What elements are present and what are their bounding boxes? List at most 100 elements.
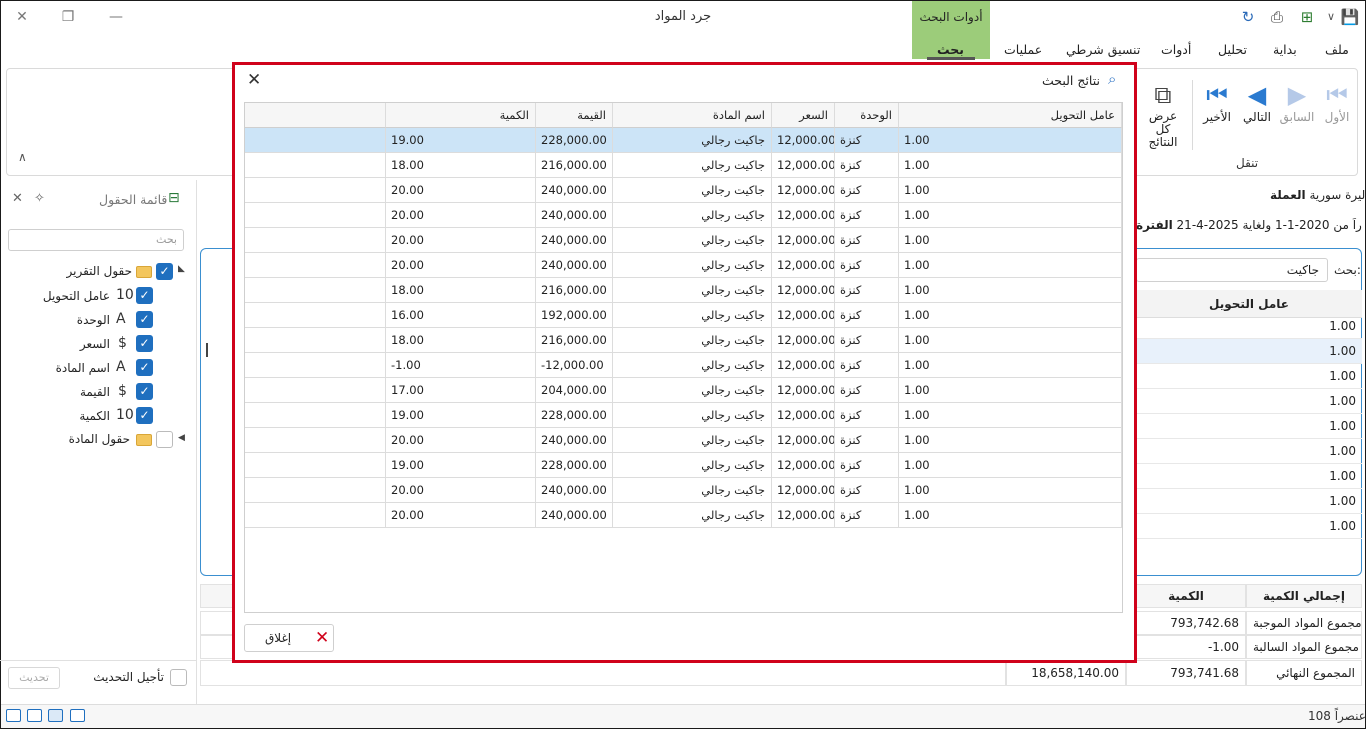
cell-empty	[245, 353, 386, 378]
table-row[interactable]: 1.00	[1136, 514, 1362, 539]
cell-price: 12,000.00	[772, 153, 835, 178]
first-button[interactable]: ⏮ الأول	[1318, 80, 1356, 140]
column-header-value[interactable]: القيمة	[536, 103, 613, 128]
tree-item-field[interactable]: ✓ $ السعر	[20, 334, 154, 356]
search-icon: ⌕	[1108, 70, 1117, 88]
update-button[interactable]: تحديث	[8, 667, 60, 689]
save-icon[interactable]: 💾	[1339, 6, 1361, 28]
tab-conditional-format[interactable]: تنسيق شرطي	[1066, 42, 1140, 57]
field-search-input[interactable]: بحث	[8, 229, 184, 251]
cell-value: 204,000.00	[536, 378, 613, 403]
summary-row-label: مجموع المواد الموجبة	[1246, 611, 1362, 635]
field-checkbox[interactable]: ✓	[136, 311, 153, 328]
material-fields-checkbox[interactable]	[156, 431, 173, 448]
tab-home[interactable]: بداية	[1273, 42, 1297, 57]
tree-item-field[interactable]: ✓ A الوحدة	[20, 310, 154, 332]
cell-value: 228,000.00	[536, 403, 613, 428]
tab-tools[interactable]: أدوات	[1161, 42, 1191, 57]
tree-item-field[interactable]: ✓ 10 الكمية	[20, 406, 154, 428]
tree-item-field[interactable]: ✓ $ القيمة	[20, 382, 154, 404]
ribbon-separator	[1192, 80, 1193, 150]
column-header-unit[interactable]: الوحدة	[835, 103, 899, 128]
print-icon[interactable]: ⎙	[1266, 6, 1288, 28]
field-checkbox[interactable]: ✓	[136, 383, 153, 400]
cell-material-name: جاكيت رجالي	[613, 253, 772, 278]
tab-operations[interactable]: عمليات	[1004, 42, 1042, 57]
cell-value: 228,000.00	[536, 128, 613, 153]
cell-price: 12,000.00	[772, 203, 835, 228]
excel-export-icon[interactable]: ⊞	[1296, 6, 1318, 28]
cell-value: 192,000.00	[536, 303, 613, 328]
defer-update-label: تأجيل التحديث	[93, 670, 164, 684]
tree-item-material-fields[interactable]: ◀ حقول المادة	[60, 430, 192, 452]
field-checkbox[interactable]: ✓	[136, 359, 153, 376]
cell-empty	[245, 203, 386, 228]
chevron-down-icon[interactable]: ∨	[1320, 6, 1342, 28]
last-button[interactable]: ⏮ الأخير	[1198, 80, 1236, 140]
expand-icon[interactable]: ◀	[178, 433, 185, 443]
cell-conversion-factor: 1.00	[899, 153, 1122, 178]
field-checkbox[interactable]: ✓	[136, 287, 153, 304]
pin-icon[interactable]: ✧	[34, 191, 45, 206]
column-header-conversion-factor[interactable]: عامل التحويل	[899, 103, 1122, 128]
cell-material-name: جاكيت رجالي	[613, 228, 772, 253]
table-row[interactable]: 1.00	[1136, 414, 1362, 439]
cell-value: 240,000.00	[536, 428, 613, 453]
table-row[interactable]: 1.00	[1136, 489, 1362, 514]
field-list-title: قائمة الحقول	[99, 192, 168, 207]
tree-item-field[interactable]: ✓ 10 عامل التحويل	[20, 286, 154, 308]
column-header-quantity[interactable]: الكمية	[386, 103, 536, 128]
close-icon[interactable]: ✕	[247, 70, 261, 90]
cell-unit: كنزة	[835, 128, 899, 153]
cell-conversion-factor: 1.00	[899, 278, 1122, 303]
cell-unit: كنزة	[835, 328, 899, 353]
cell-unit: كنزة	[835, 428, 899, 453]
cell-conversion-factor: 1.00	[899, 403, 1122, 428]
last-icon: ⏮	[1206, 81, 1228, 109]
collapse-ribbon-icon[interactable]: ∧	[18, 150, 27, 164]
cell-empty	[245, 328, 386, 353]
previous-button[interactable]: ▶ السابق	[1278, 80, 1316, 140]
table-row[interactable]: 1.00	[1136, 389, 1362, 414]
filter-icon[interactable]	[27, 709, 42, 722]
report-fields-checkbox[interactable]: ✓	[156, 263, 173, 280]
cell-value: -12,000.00	[536, 353, 613, 378]
cell-quantity: 20.00	[386, 228, 536, 253]
report-search-input[interactable]: جاكيت	[1136, 258, 1328, 282]
table-row[interactable]: 1.00	[1136, 439, 1362, 464]
defer-update-checkbox[interactable]	[170, 669, 187, 686]
layout-icon[interactable]	[6, 709, 21, 722]
table-row[interactable]: 1.00	[1136, 339, 1362, 364]
panel-divider	[0, 660, 196, 661]
cell-empty	[245, 503, 386, 528]
tab-analysis[interactable]: تحليل	[1218, 42, 1247, 57]
tree-item-field[interactable]: ✓ A اسم المادة	[20, 358, 154, 380]
cell-empty	[245, 128, 386, 153]
refresh-icon[interactable]: ↻	[1237, 6, 1259, 28]
next-button[interactable]: ◀ التالي	[1238, 80, 1276, 140]
column-header-price[interactable]: السعر	[772, 103, 835, 128]
close-panel-icon[interactable]: ✕	[12, 191, 23, 206]
field-checkbox[interactable]: ✓	[136, 335, 153, 352]
tree-item-report-fields[interactable]: ◣ ✓ حقول التقرير	[60, 262, 192, 284]
summary-row-qty: 793,742.68	[1126, 611, 1246, 635]
panel-separator	[196, 180, 197, 704]
table-row[interactable]: 1.00	[1136, 364, 1362, 389]
show-all-results-button[interactable]: ⧉ عرض كل النتائج	[1140, 80, 1186, 149]
cell-empty	[245, 478, 386, 503]
column-header-empty	[245, 103, 386, 128]
tab-file[interactable]: ملف	[1325, 42, 1349, 57]
tab-search[interactable]: بحث	[937, 42, 964, 57]
field-checkbox[interactable]: ✓	[136, 407, 153, 424]
column-header-material-name[interactable]: اسم المادة	[613, 103, 772, 128]
options-icon[interactable]	[70, 709, 85, 722]
expand-icon[interactable]: ◣	[178, 264, 185, 274]
table-row[interactable]: 1.00	[1136, 314, 1362, 339]
table-row[interactable]: 1.00	[1136, 464, 1362, 489]
view-icon[interactable]	[48, 709, 63, 722]
currency-field-icon: $	[118, 383, 127, 399]
cell-price: 12,000.00	[772, 353, 835, 378]
close-dialog-button[interactable]: ✕ إغلاق	[244, 624, 334, 652]
cell-conversion-factor: 1.00	[899, 328, 1122, 353]
cell-unit: كنزة	[835, 153, 899, 178]
